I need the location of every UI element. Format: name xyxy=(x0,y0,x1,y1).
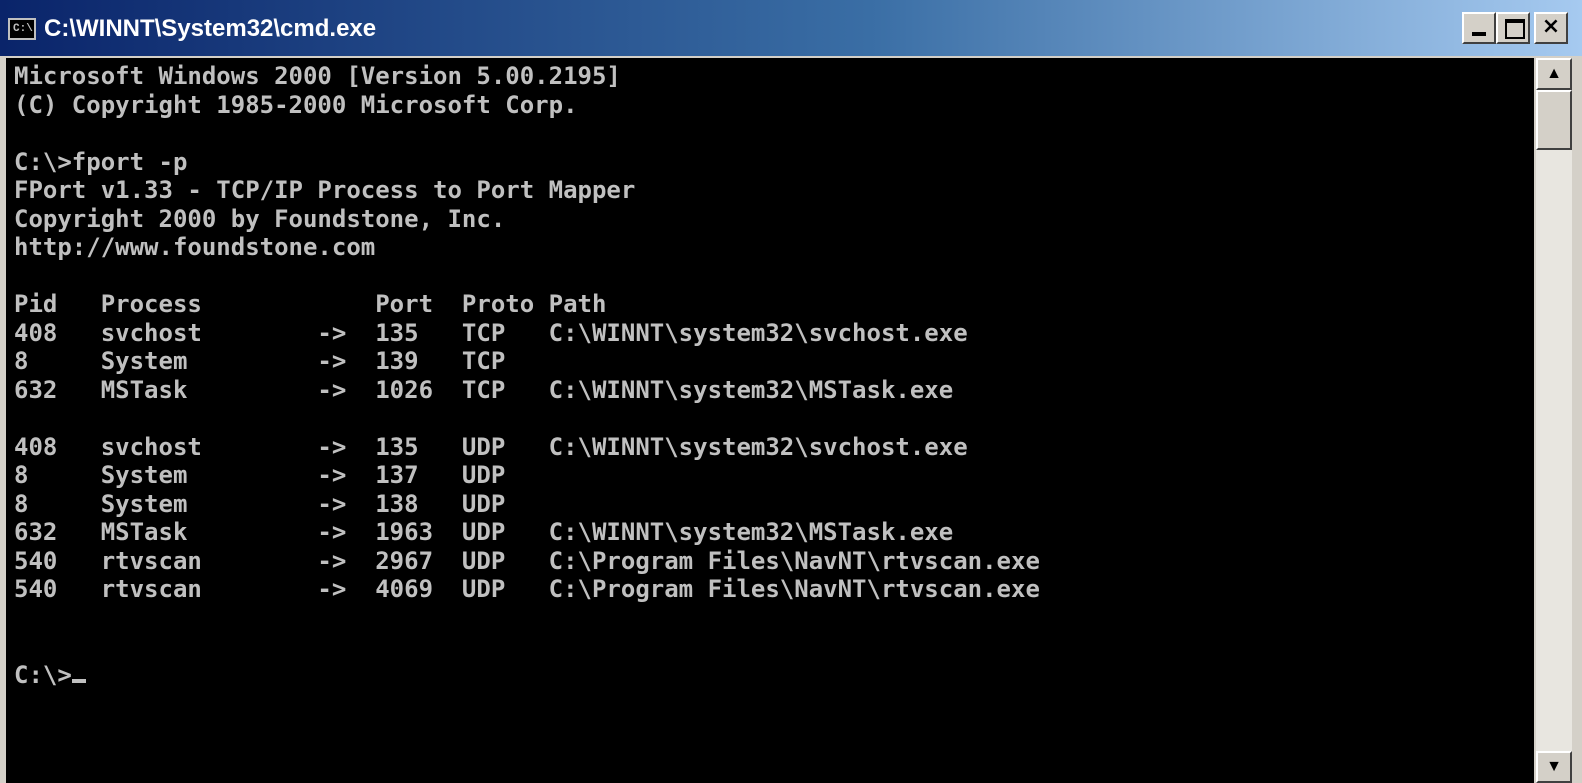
console-table-row: 408 svchost -> 135 TCP C:\WINNT\system32… xyxy=(14,318,968,347)
console-line: Microsoft Windows 2000 [Version 5.00.219… xyxy=(14,62,621,90)
vertical-scrollbar[interactable]: ▲ ▼ xyxy=(1536,58,1572,783)
console-table-header: Pid Process Port Proto Path xyxy=(14,290,607,318)
command-prompt: C:\> xyxy=(14,660,72,689)
console-line: Copyright 2000 by Foundstone, Inc. xyxy=(14,204,506,233)
close-button[interactable]: × xyxy=(1534,12,1568,44)
console-table-row: 632 MSTask -> 1026 TCP C:\WINNT\system32… xyxy=(14,375,954,404)
cmd-app-icon-text: C:\ xyxy=(13,23,33,35)
console-table-row: 8 System -> 137 UDP xyxy=(14,461,506,489)
console-table-row: 632 MSTask -> 1963 UDP C:\WINNT\system32… xyxy=(14,518,954,546)
console-line: C:\>fport -p xyxy=(14,147,188,176)
arrow-up-icon: ▲ xyxy=(1546,65,1562,82)
minimize-icon xyxy=(1472,32,1486,36)
close-icon: × xyxy=(1541,14,1561,39)
arrow-down-icon: ▼ xyxy=(1546,758,1562,775)
console-table-row: 408 svchost -> 135 UDP C:\WINNT\system32… xyxy=(14,432,968,461)
text-cursor xyxy=(71,678,86,683)
window-title: C:\WINNT\System32\cmd.exe xyxy=(44,15,377,42)
console-table-row: 540 rtvscan -> 4069 UDP C:\Program Files… xyxy=(14,575,1040,603)
console-line: http://www.foundstone.com xyxy=(14,233,376,261)
title-bar[interactable]: C:\ C:\WINNT\System32\cmd.exe × xyxy=(0,0,1582,58)
console-line: FPort v1.33 - TCP/IP Process to Port Map… xyxy=(14,176,636,204)
maximize-button[interactable] xyxy=(1496,12,1530,44)
console-table-row: 8 System -> 139 TCP xyxy=(14,347,506,375)
console-table-row: 540 rtvscan -> 2967 UDP C:\Program Files… xyxy=(14,546,1040,575)
command-prompt-line[interactable]: C:\> xyxy=(14,661,1534,690)
console-line: (C) Copyright 1985-2000 Microsoft Corp. xyxy=(14,90,578,119)
scroll-down-button[interactable]: ▼ xyxy=(1536,751,1572,783)
maximize-icon xyxy=(1505,19,1525,39)
console-table-row: 8 System -> 138 UDP xyxy=(14,489,506,518)
console-text: Microsoft Windows 2000 [Version 5.00.219… xyxy=(6,58,1534,689)
scroll-up-button[interactable]: ▲ xyxy=(1536,58,1572,90)
cmd-app-icon[interactable]: C:\ xyxy=(8,18,36,40)
window-border xyxy=(1572,58,1582,783)
scrollbar-thumb[interactable] xyxy=(1536,90,1572,150)
minimize-button[interactable] xyxy=(1462,12,1496,44)
console-output-area[interactable]: Microsoft Windows 2000 [Version 5.00.219… xyxy=(6,58,1534,783)
